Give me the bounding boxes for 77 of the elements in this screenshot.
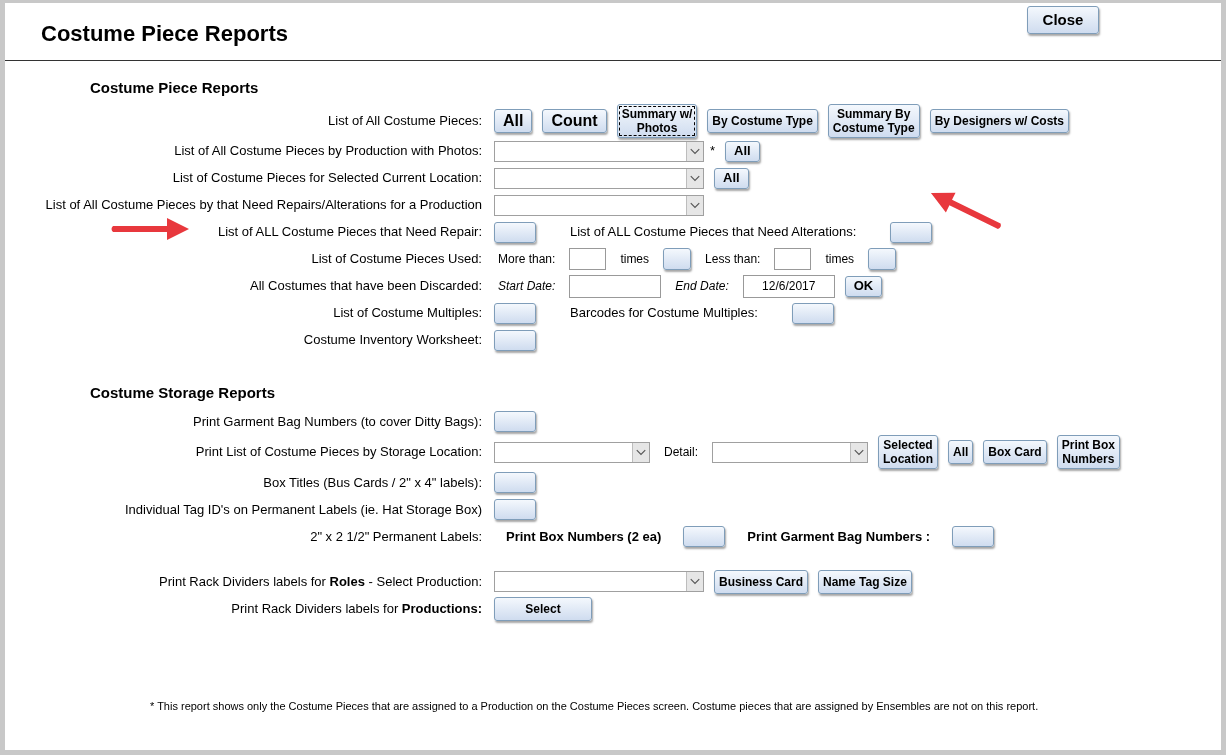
blank-button[interactable] <box>494 472 536 493</box>
blank-button[interactable] <box>683 526 726 547</box>
chevron-down-icon <box>632 442 649 462</box>
blank-button[interactable] <box>494 411 536 432</box>
blank-button[interactable] <box>791 302 834 324</box>
section-heading: Costume Piece Reports <box>90 78 260 98</box>
report-button[interactable]: Business Card <box>714 569 809 594</box>
report-button[interactable]: Name Tag Size <box>818 569 912 594</box>
row-label: List of Costume Multiples: <box>333 304 482 323</box>
report-button[interactable]: Selected Location <box>878 435 938 469</box>
row-label: List of All Costume Pieces by Production with Photos: <box>174 142 482 161</box>
row-label: List of All Costume Pieces by that Need Repairs/Alterations for a Production <box>45 196 482 215</box>
dropdown[interactable] <box>494 441 650 463</box>
chevron-down-icon <box>686 141 703 161</box>
blank-button[interactable] <box>663 248 692 270</box>
field-label: Detail: <box>664 444 698 461</box>
chevron-down-icon <box>686 195 703 215</box>
dropdown[interactable] <box>494 571 704 592</box>
report-button[interactable]: Count <box>542 108 607 133</box>
field-label: times <box>620 251 650 268</box>
report-button[interactable]: By Costume Type <box>707 108 818 133</box>
row-label: List of Costume Pieces Used: <box>311 250 482 269</box>
close-button[interactable]: Close <box>1027 6 1099 34</box>
field-label: End Date: <box>675 278 729 295</box>
report-button[interactable]: By Designers w/ Costs <box>929 108 1069 133</box>
field-label: List of ALL Costume Pieces that Need Alterations: <box>570 223 857 242</box>
blank-button[interactable] <box>890 221 933 243</box>
row-label: List of All Costume Pieces: <box>328 111 482 130</box>
field-label: times <box>825 251 855 268</box>
report-button[interactable]: Select <box>494 596 592 621</box>
row-label: Costume Inventory Worksheet: <box>303 331 482 350</box>
report-button[interactable]: Print Box Numbers <box>1056 435 1121 469</box>
field-label: Print Box Numbers (2 ea) <box>506 527 662 546</box>
blank-button[interactable] <box>494 329 536 351</box>
section-heading: Costume Storage Reports <box>90 382 277 403</box>
dropdown[interactable] <box>712 441 868 463</box>
report-button[interactable]: All <box>714 167 749 189</box>
row-label: List of Costume Pieces for Selected Current Location: <box>172 169 482 188</box>
blank-button[interactable] <box>952 526 995 547</box>
date-field[interactable]: 12/6/2017 <box>742 274 835 298</box>
report-button[interactable]: Box Card <box>983 440 1047 464</box>
chevron-down-icon <box>686 168 703 188</box>
row-label: Print List of Costume Pieces by Storage Location: <box>195 443 482 462</box>
row-label: Print Garment Bag Numbers (to cover Ditty Bags): <box>193 412 482 431</box>
blank-button[interactable] <box>868 248 897 270</box>
field-label: Barcodes for Costume Multiples: <box>570 304 758 323</box>
chevron-down-icon <box>850 442 867 462</box>
count-field[interactable] <box>774 248 812 270</box>
report-button[interactable]: All <box>725 140 760 162</box>
count-field[interactable] <box>569 248 607 270</box>
row-label: List of ALL Costume Pieces that Need Repair: <box>218 223 482 242</box>
field-label: Start Date: <box>498 278 556 295</box>
row-label: 2" x 2 1/2" Permanent Labels: <box>310 527 482 546</box>
blank-button[interactable] <box>494 221 536 243</box>
blank-button[interactable] <box>494 499 536 520</box>
row-label: Box Titles (Bus Cards / 2" x 4" labels): <box>263 473 482 492</box>
dropdown[interactable] <box>494 194 704 216</box>
report-button[interactable]: All <box>494 108 533 133</box>
row-label: Print Rack Dividers labels for Productions: <box>231 599 482 618</box>
report-button[interactable]: All <box>948 440 974 464</box>
date-field[interactable] <box>569 274 662 298</box>
row-label: Print Rack Dividers labels for Roles - Select Production: <box>159 572 482 591</box>
report-button[interactable]: Summary By Costume Type <box>827 103 920 138</box>
dropdown[interactable] <box>494 167 704 189</box>
row-label: Individual Tag ID's on Permanent Labels (ie. Hat Storage Box) <box>124 500 482 519</box>
dropdown[interactable] <box>494 140 704 162</box>
footnote: * This report shows only the Costume Pieces that are assigned to a Production on the Costume Pieces screen. Costume pieces that are assigned by Ensembles are not on this report. <box>150 698 1040 714</box>
field-label: More than: <box>498 251 556 268</box>
blank-button[interactable] <box>494 302 536 324</box>
window-title: Costume Piece Reports <box>41 20 288 48</box>
chevron-down-icon <box>686 572 703 591</box>
report-button[interactable]: Summary w/ Photos <box>616 103 698 138</box>
field-label: Less than: <box>705 251 761 268</box>
field-label: Print Garment Bag Numbers : <box>747 527 931 546</box>
row-label: All Costumes that have been Discarded: <box>250 277 482 296</box>
report-button[interactable]: OK <box>844 275 883 297</box>
asterisk: * <box>710 141 716 160</box>
